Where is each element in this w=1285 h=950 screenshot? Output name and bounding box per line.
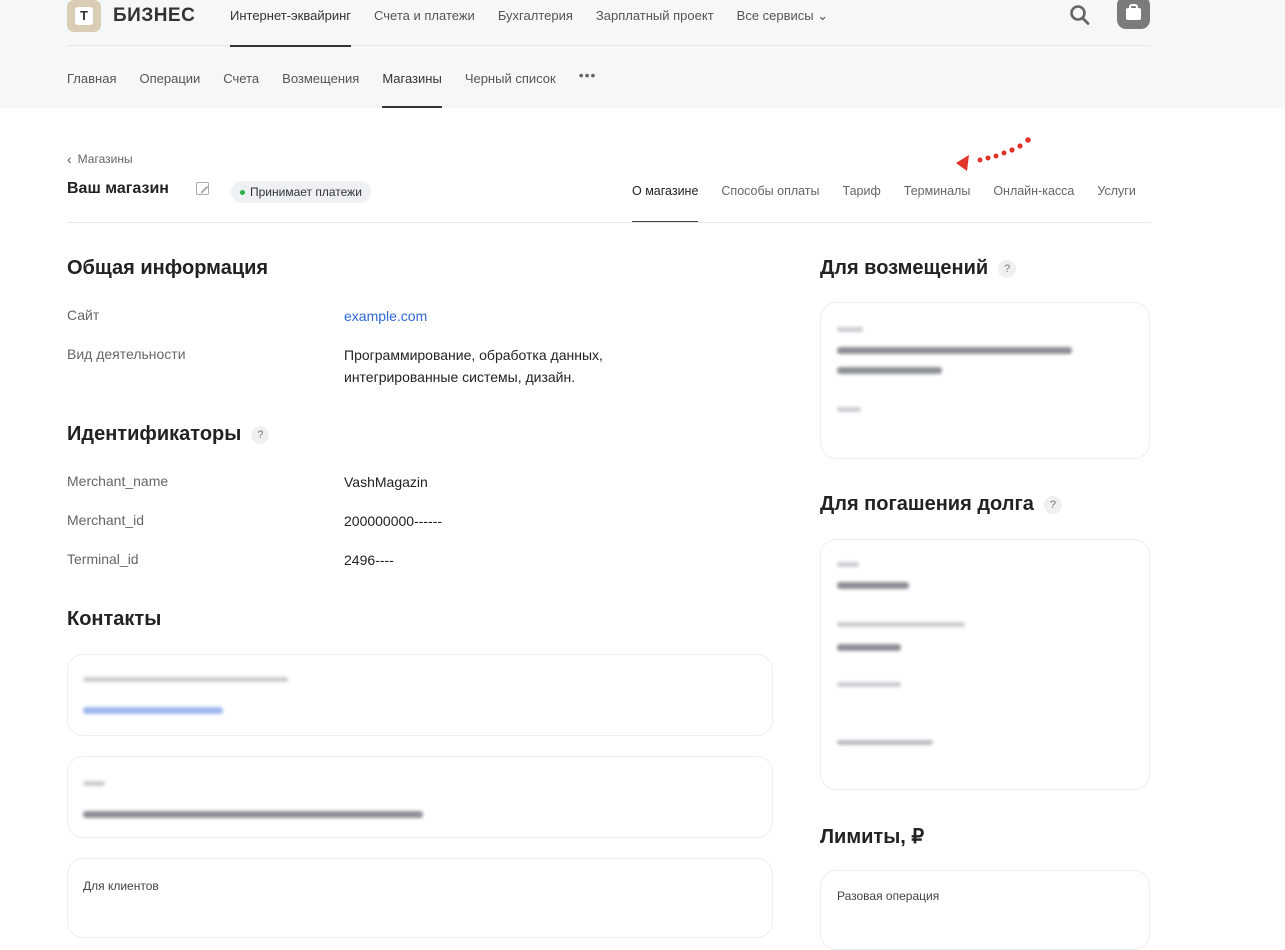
merchant-id-value: 200000000------	[344, 513, 443, 529]
logo-icon: Т	[67, 0, 101, 32]
subnav-reimbursements[interactable]: Возмещения	[282, 46, 359, 108]
debt-title: Для погашения долга?	[820, 493, 1062, 516]
tab-online-cashbox[interactable]: Онлайн-касса	[993, 170, 1074, 223]
back-link[interactable]: ‹ Магазины	[67, 151, 133, 167]
limits-card: Разовая операция	[820, 870, 1150, 950]
debt-card	[820, 539, 1150, 790]
contact-card-address	[67, 756, 773, 838]
identifiers-title: Идентификаторы?	[67, 423, 270, 446]
tab-services[interactable]: Услуги	[1097, 170, 1135, 223]
help-icon[interactable]: ?	[1043, 495, 1062, 514]
contact-card-email	[67, 654, 773, 736]
nav-internet-acquiring[interactable]: Интернет-эквайринг	[230, 0, 352, 47]
nav-accounts-payments[interactable]: Счета и платежи	[374, 0, 475, 46]
status-dot-icon	[240, 189, 245, 195]
nav-accounting[interactable]: Бухгалтерия	[498, 0, 573, 46]
terminal-id-label: Terminal_id	[67, 551, 139, 567]
activity-label: Вид деятельности	[67, 346, 186, 362]
nav-all-services[interactable]: Все сервисы ⌄	[737, 0, 829, 46]
reimbursement-card	[820, 302, 1150, 459]
site-link[interactable]: example.com	[344, 305, 427, 327]
page-title: Ваш магазин	[67, 180, 169, 197]
subnav-shops[interactable]: Магазины	[382, 46, 442, 108]
main-nav: Интернет-эквайринг Счета и платежи Бухга…	[230, 0, 851, 47]
tab-payment-methods[interactable]: Способы оплаты	[721, 170, 819, 223]
search-icon[interactable]	[1069, 3, 1091, 27]
top-bar: Т БИЗНЕС Интернет-эквайринг Счета и плат…	[0, 0, 1285, 108]
help-icon[interactable]: ?	[998, 259, 1017, 278]
merchant-name-label: Merchant_name	[67, 473, 169, 489]
tab-about-shop[interactable]: О магазине	[632, 170, 699, 223]
limits-title: Лимиты, ₽	[820, 826, 925, 848]
subnav-operations[interactable]: Операции	[139, 46, 200, 108]
tab-tariff[interactable]: Тариф	[843, 170, 881, 223]
subnav-accounts[interactable]: Счета	[223, 46, 259, 108]
tab-terminals[interactable]: Терминалы	[904, 170, 971, 223]
merchant-name-value: VashMagazin	[344, 474, 428, 490]
logo-text: БИЗНЕС	[113, 5, 196, 26]
sub-nav: Главная Операции Счета Возмещения Магази…	[67, 46, 596, 108]
subnav-blacklist[interactable]: Черный список	[465, 46, 556, 108]
general-info-title: Общая информация	[67, 257, 269, 279]
blurred-address	[83, 811, 423, 818]
help-icon[interactable]: ?	[251, 425, 270, 444]
chevron-left-icon: ‹	[67, 151, 72, 167]
tabs-divider	[67, 222, 1150, 223]
contact-card-clients: Для клиентов	[67, 858, 773, 938]
site-label: Сайт	[67, 307, 100, 323]
nav-salary-project[interactable]: Зарплатный проект	[596, 0, 714, 46]
more-icon[interactable]: •••	[579, 46, 597, 108]
for-clients-label: Для клиентов	[83, 879, 159, 893]
main-header: Т БИЗНЕС Интернет-эквайринг Счета и плат…	[67, 0, 1150, 47]
shop-tabs: О магазине Способы оплаты Тариф Терминал…	[632, 170, 1136, 223]
blurred-label	[83, 677, 288, 682]
back-label: Магазины	[77, 152, 133, 166]
merchant-id-label: Merchant_id	[67, 512, 145, 528]
single-operation-label: Разовая операция	[837, 889, 940, 903]
activity-value: Программирование, обработка данных, инте…	[344, 347, 603, 386]
status-text: Принимает платежи	[250, 185, 362, 199]
reimbursement-title: Для возмещений?	[820, 257, 1017, 280]
status-badge: Принимает платежи	[231, 181, 371, 203]
logo[interactable]: Т БИЗНЕС	[67, 0, 195, 32]
contacts-title: Контакты	[67, 608, 162, 630]
edit-icon[interactable]	[196, 182, 209, 195]
terminal-id-value: 2496----	[344, 552, 394, 568]
briefcase-icon[interactable]	[1117, 0, 1150, 29]
blurred-email	[83, 707, 223, 714]
subnav-home[interactable]: Главная	[67, 46, 116, 108]
blurred-label	[83, 781, 105, 786]
